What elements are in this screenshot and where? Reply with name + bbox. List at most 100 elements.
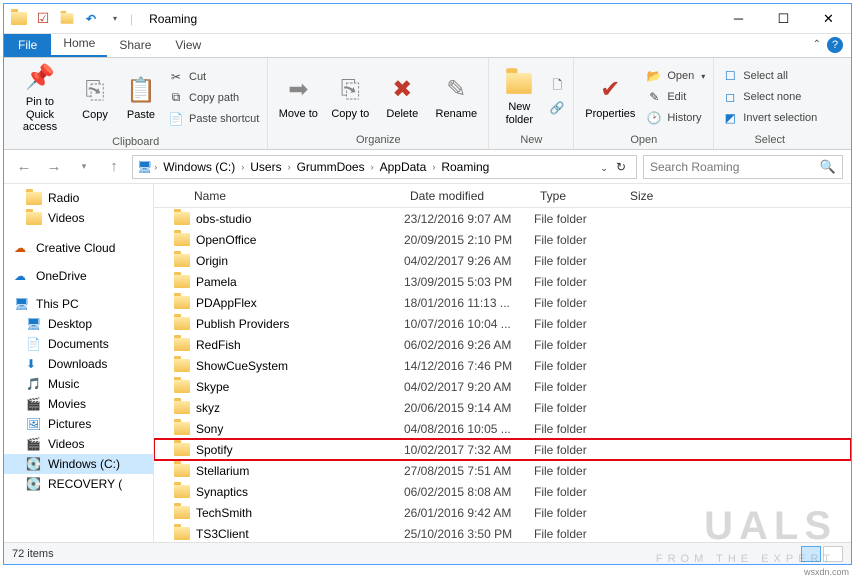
table-row[interactable]: Sony04/08/2016 10:05 ...File folder: [154, 418, 851, 439]
drive-icon: ⬇: [26, 357, 42, 371]
move-to-button[interactable]: ➡ Move to: [274, 72, 322, 123]
nav-item[interactable]: ☁OneDrive: [4, 266, 153, 286]
table-row[interactable]: obs-studio23/12/2016 9:07 AMFile folder: [154, 208, 851, 229]
folder-icon: [174, 233, 190, 246]
properties-qat-icon[interactable]: ☑: [34, 10, 52, 28]
nav-item[interactable]: 🖥Desktop: [4, 314, 153, 334]
back-button[interactable]: ←: [12, 155, 36, 179]
paste-icon: 📋: [125, 75, 157, 107]
bc-seg[interactable]: AppData: [376, 158, 431, 176]
table-row[interactable]: Synaptics06/02/2015 8:08 AMFile folder: [154, 481, 851, 502]
tab-share[interactable]: Share: [107, 34, 163, 57]
open-icon: 📂: [646, 68, 662, 84]
nav-item[interactable]: 💽Windows (C:): [4, 454, 153, 474]
undo-qat-icon[interactable]: ↶: [82, 10, 100, 28]
ribbon-collapse-icon[interactable]: ⌃: [813, 39, 821, 50]
nav-item[interactable]: ☁Creative Cloud: [4, 238, 153, 258]
file-name: Skype: [196, 380, 229, 394]
new-item-button[interactable]: 🗋: [547, 78, 567, 96]
table-row[interactable]: RedFish06/02/2016 9:26 AMFile folder: [154, 334, 851, 355]
history-button[interactable]: 🕑History: [644, 109, 707, 127]
breadcrumb[interactable]: 🖥 › Windows (C:)› Users› GrummDoes› AppD…: [132, 155, 637, 179]
tab-home[interactable]: Home: [51, 32, 107, 57]
maximize-button[interactable]: ☐: [761, 5, 806, 33]
nav-item[interactable]: 💽RECOVERY (: [4, 474, 153, 494]
tab-view[interactable]: View: [163, 34, 213, 57]
file-list: Name Date modified Type Size obs-studio2…: [154, 184, 851, 542]
table-row[interactable]: OpenOffice20/09/2015 2:10 PMFile folder: [154, 229, 851, 250]
properties-button[interactable]: ✔ Properties: [580, 72, 640, 123]
edit-button[interactable]: ✎Edit: [644, 88, 707, 106]
nav-item[interactable]: ⬇Downloads: [4, 354, 153, 374]
new-folder-button[interactable]: New folder: [495, 65, 543, 128]
pin-quick-access-button[interactable]: 📌 Pin to Quick access: [10, 60, 70, 136]
group-clipboard-label: Clipboard: [10, 136, 261, 150]
close-button[interactable]: ✕: [806, 5, 851, 33]
table-row[interactable]: Spotify10/02/2017 7:32 AMFile folder: [154, 439, 851, 460]
select-all-button[interactable]: ☐Select all: [720, 67, 819, 85]
table-row[interactable]: ShowCueSystem14/12/2016 7:46 PMFile fold…: [154, 355, 851, 376]
rename-button[interactable]: ✎ Rename: [430, 72, 482, 123]
paste-button[interactable]: 📋 Paste: [120, 73, 162, 124]
onedrive-icon: ☁: [14, 269, 30, 283]
nav-label: Documents: [48, 337, 109, 351]
column-headers[interactable]: Name Date modified Type Size: [154, 184, 851, 208]
nav-this-pc[interactable]: 🖥This PC: [4, 294, 153, 314]
search-input[interactable]: Search Roaming 🔍: [643, 155, 843, 179]
nav-item[interactable]: Videos: [4, 208, 153, 228]
table-row[interactable]: Pamela13/09/2015 5:03 PMFile folder: [154, 271, 851, 292]
copy-button[interactable]: ⎘ Copy: [74, 73, 116, 124]
bc-seg[interactable]: GrummDoes: [293, 158, 369, 176]
nav-item[interactable]: 🎵Music: [4, 374, 153, 394]
bc-seg[interactable]: Users: [246, 158, 285, 176]
select-none-button[interactable]: ◻Select none: [720, 88, 819, 106]
table-row[interactable]: skyz20/06/2015 9:14 AMFile folder: [154, 397, 851, 418]
forward-button[interactable]: →: [42, 155, 66, 179]
delete-button[interactable]: ✖ Delete: [378, 72, 426, 123]
pc-icon: 🖥: [14, 297, 30, 311]
tab-file[interactable]: File: [4, 34, 51, 57]
open-button[interactable]: 📂Open▾: [644, 67, 707, 85]
nav-item[interactable]: 🎬Movies: [4, 394, 153, 414]
history-label: History: [667, 112, 701, 124]
copy-to-button[interactable]: ⎘ Copy to: [326, 72, 374, 123]
nav-item[interactable]: 📄Documents: [4, 334, 153, 354]
address-dropdown-icon[interactable]: ⌄: [600, 163, 608, 173]
drive-icon: 🖼: [26, 417, 42, 431]
col-date[interactable]: Date modified: [404, 189, 534, 203]
nav-item[interactable]: 🖼Pictures: [4, 414, 153, 434]
up-button[interactable]: ↑: [102, 155, 126, 179]
bc-seg[interactable]: Windows (C:): [159, 158, 239, 176]
nav-label: Videos: [48, 211, 84, 225]
cut-button[interactable]: ✂Cut: [166, 68, 261, 86]
col-size[interactable]: Size: [624, 189, 851, 203]
table-row[interactable]: Stellarium27/08/2015 7:51 AMFile folder: [154, 460, 851, 481]
minimize-button[interactable]: ─: [716, 5, 761, 33]
nav-label: RECOVERY (: [48, 477, 122, 491]
col-name[interactable]: Name: [154, 189, 404, 203]
table-row[interactable]: PDAppFlex18/01/2016 11:13 ...File folder: [154, 292, 851, 313]
newfolder-label: New folder: [497, 101, 541, 126]
easy-access-button[interactable]: 🔗: [547, 99, 567, 117]
newitem-icon: 🗋: [549, 79, 565, 95]
nav-item[interactable]: Radio: [4, 188, 153, 208]
nav-item[interactable]: 🎬Videos: [4, 434, 153, 454]
table-row[interactable]: Origin04/02/2017 9:26 AMFile folder: [154, 250, 851, 271]
copy-path-button[interactable]: ⧉Copy path: [166, 89, 261, 107]
navigation-pane[interactable]: Radio Videos ☁Creative Cloud ☁OneDrive 🖥…: [4, 184, 154, 542]
paste-shortcut-button[interactable]: 📄Paste shortcut: [166, 110, 261, 128]
bc-seg[interactable]: Roaming: [437, 158, 493, 176]
file-date: 10/07/2016 10:04 ...: [404, 317, 534, 331]
table-row[interactable]: Publish Providers10/07/2016 10:04 ...Fil…: [154, 313, 851, 334]
newfolder-qat-icon[interactable]: [58, 10, 76, 28]
drive-icon: 💽: [26, 457, 42, 471]
table-row[interactable]: Skype04/02/2017 9:20 AMFile folder: [154, 376, 851, 397]
watermark: UALS: [704, 504, 837, 549]
qat-dropdown-icon[interactable]: ▾: [106, 10, 124, 28]
invert-selection-button[interactable]: ◩Invert selection: [720, 109, 819, 127]
col-type[interactable]: Type: [534, 189, 624, 203]
refresh-icon[interactable]: ↻: [616, 160, 626, 174]
recent-dropdown-icon[interactable]: ▾: [72, 155, 96, 179]
file-name: Spotify: [196, 443, 233, 457]
help-icon[interactable]: ?: [827, 37, 843, 53]
